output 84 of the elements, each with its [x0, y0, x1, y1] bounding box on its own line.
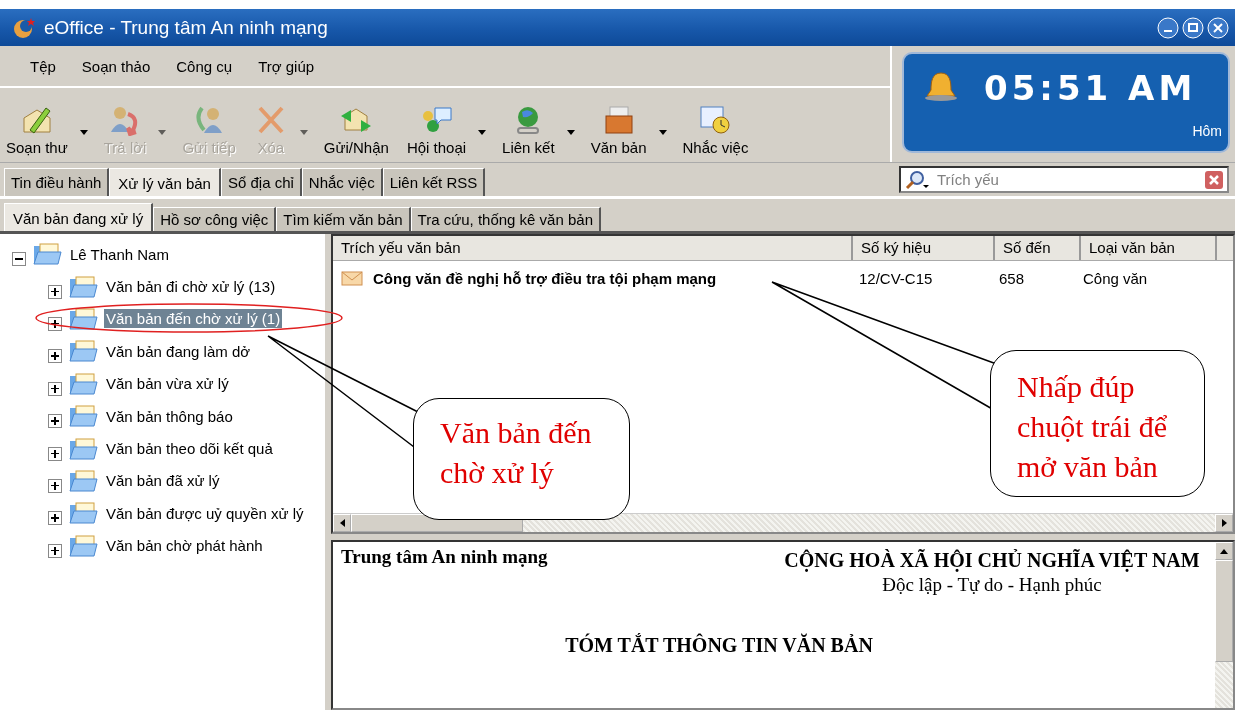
maximize-button[interactable] — [1182, 16, 1204, 39]
expand-toggle[interactable] — [48, 478, 62, 493]
toolbar-button[interactable]: Soạn thư — [4, 104, 70, 160]
right-arrow-icon[interactable] — [1221, 519, 1227, 527]
calendar-clock-icon — [698, 104, 733, 136]
bell-icon — [922, 70, 960, 104]
clear-icon[interactable] — [1205, 171, 1223, 189]
document-title: TÓM TẮT THÔNG TIN VĂN BẢN — [564, 634, 874, 657]
minimize-button[interactable] — [1157, 16, 1179, 39]
tab[interactable]: Nhắc việc — [301, 168, 383, 196]
table-cell: Công văn đề nghị hỗ trợ điều tra tội phạm mạng — [373, 269, 717, 287]
table-cell: 658 — [999, 269, 1025, 287]
folder-icon — [68, 306, 98, 331]
tab[interactable]: Tin điều hành — [4, 168, 110, 196]
callout-bubble: Văn bản đến chờ xử lý — [413, 398, 630, 520]
folder-icon — [68, 436, 98, 461]
left-arrow-icon[interactable] — [339, 519, 345, 527]
organization-name: Trung tâm An ninh mạng — [341, 546, 548, 569]
expand-toggle[interactable] — [48, 543, 62, 558]
tab[interactable]: Xử lý văn bản — [109, 168, 221, 196]
horizontal-scrollbar[interactable] — [333, 513, 1233, 532]
toolbar-button[interactable]: Văn bản — [588, 104, 649, 160]
column-header[interactable]: Loại văn bản — [1081, 236, 1217, 260]
tree-item[interactable]: Lê Thanh Nam — [68, 244, 171, 264]
column-header[interactable]: Số đến — [995, 236, 1081, 260]
tab[interactable]: Tìm kiếm văn bản — [276, 207, 411, 231]
tree-item[interactable]: Văn bản vừa xử lý — [104, 374, 231, 394]
tab[interactable]: Văn bản đang xử lý — [4, 203, 154, 231]
column-header[interactable]: Số ký hiệu — [853, 236, 995, 260]
caret-icon[interactable] — [79, 129, 88, 135]
tab[interactable]: Hồ sơ công việc — [153, 207, 277, 231]
tree-item[interactable]: Văn bản theo dõi kết quả — [104, 439, 275, 459]
folder-icon — [68, 533, 98, 558]
tree-item[interactable]: Văn bản đến chờ xử lý (1) — [104, 309, 283, 329]
toolbar-button[interactable]: Hội thoại — [404, 104, 469, 160]
tree-item[interactable]: Văn bản đang làm dở — [104, 341, 253, 361]
table-cell: Công văn — [1083, 269, 1148, 287]
menu-item[interactable]: Trợ giúp — [258, 57, 315, 75]
search-field[interactable]: Trích yếu — [899, 166, 1229, 193]
tree-item[interactable]: Văn bản được uỷ quyền xử lý — [104, 503, 306, 523]
table-cell: 12/CV-C15 — [859, 269, 933, 287]
close-button[interactable] — [1207, 16, 1229, 39]
folder-icon — [68, 274, 98, 299]
menu-item[interactable]: Công cụ — [176, 57, 233, 75]
vertical-scrollbar[interactable] — [1215, 542, 1233, 708]
tree-item[interactable]: Văn bản đi chờ xử lý (13) — [104, 277, 278, 297]
tab[interactable]: Sổ địa chỉ — [220, 168, 302, 196]
tree-item[interactable]: Văn bản thông báo — [104, 406, 235, 426]
clock-caption: Hôm — [1192, 123, 1222, 139]
toolbar-button[interactable]: Nhắc việc — [680, 104, 751, 160]
envelope-icon — [341, 270, 363, 286]
folder-icon — [68, 371, 98, 396]
folder-icon — [68, 501, 98, 526]
expand-toggle[interactable] — [48, 511, 62, 526]
clock-time: 05:51 AM — [984, 68, 1197, 108]
tab[interactable]: Tra cứu, thống kê văn bản — [410, 207, 601, 231]
expand-toggle[interactable] — [48, 349, 62, 364]
caret-icon[interactable] — [478, 129, 487, 135]
folder-icon — [32, 242, 62, 267]
motto-text: Độc lập - Tự do - Hạnh phúc — [881, 574, 1103, 596]
folder-icon — [68, 468, 98, 493]
tree-item[interactable]: Văn bản đã xử lý — [104, 471, 222, 491]
expand-toggle[interactable] — [48, 414, 62, 429]
menu-item[interactable]: Soạn thảo — [81, 57, 151, 75]
up-arrow-icon[interactable] — [1220, 548, 1228, 554]
callout-bubble: Nhấp đúp chuột trái để mở văn bản — [990, 350, 1205, 497]
window-title: eOffice - Trung tâm An ninh mạng — [44, 16, 328, 39]
collapse-toggle[interactable] — [12, 252, 26, 267]
menu-item[interactable]: Tệp — [30, 57, 56, 75]
folder-icon — [68, 339, 98, 364]
tree-item[interactable]: Văn bản chờ phát hành — [104, 536, 265, 556]
column-header[interactable]: Trích yếu văn bản — [333, 236, 853, 260]
caret-icon[interactable] — [566, 129, 575, 135]
toolbar-button[interactable]: Gửi/Nhận — [321, 104, 391, 160]
expand-toggle[interactable] — [48, 316, 62, 331]
expand-toggle[interactable] — [48, 284, 62, 299]
expand-toggle[interactable] — [48, 381, 62, 396]
expand-toggle[interactable] — [48, 446, 62, 461]
search-icon — [905, 170, 931, 190]
folder-icon — [68, 404, 98, 429]
toolbar-button[interactable]: Liên kết — [500, 104, 557, 160]
nation-heading: CỘNG HOÀ XÃ HỘI CHỦ NGHĨA VIỆT NAM — [783, 548, 1201, 574]
caret-icon[interactable] — [658, 129, 667, 135]
tab[interactable]: Liên kết RSS — [382, 168, 486, 196]
